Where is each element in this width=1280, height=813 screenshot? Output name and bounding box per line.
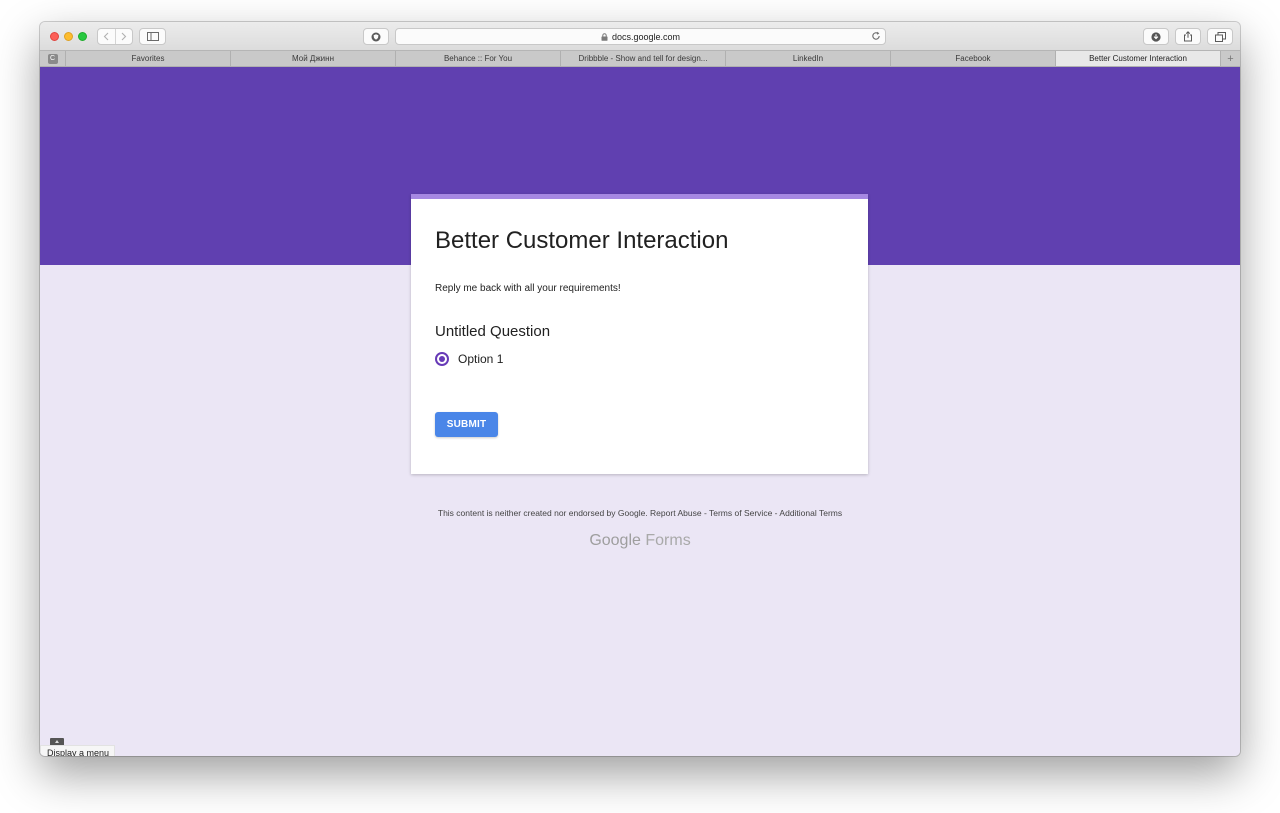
reload-icon[interactable] [871, 31, 881, 41]
share-icon [1184, 31, 1192, 42]
address-text: docs.google.com [611, 31, 681, 42]
zoom-window-button[interactable] [78, 32, 87, 41]
tab-facebook[interactable]: Facebook [891, 51, 1056, 66]
option-radio[interactable] [435, 352, 449, 366]
report-abuse-link[interactable]: Report Abuse [650, 508, 702, 518]
page-content: Better Customer Interaction Reply me bac… [40, 67, 1240, 756]
browser-window: docs.google.com C Favorites Мой Джинн Be… [40, 22, 1240, 756]
sidebar-icon [146, 32, 159, 41]
shield-icon [371, 32, 381, 41]
tooltip-label: Display a menu [40, 745, 116, 756]
brand-google: Google [589, 532, 641, 549]
option-label[interactable]: Option 1 [458, 352, 503, 366]
tab-bar: C Favorites Мой Джинн Behance :: For You… [40, 50, 1240, 67]
close-window-button[interactable] [50, 32, 59, 41]
tab-favorites[interactable]: Favorites [66, 51, 231, 66]
sidebar-toggle-button[interactable] [139, 28, 166, 45]
footer-disclaimer: This content is neither created nor endo… [40, 508, 1240, 518]
submit-button[interactable]: SUBMIT [435, 412, 498, 437]
footer-separator: - [703, 508, 707, 518]
display-menu-tooltip: Display a menu [40, 738, 116, 756]
tab-dribbble[interactable]: Dribbble - Show and tell for design... [561, 51, 726, 66]
address-bar[interactable]: docs.google.com [395, 28, 886, 45]
form-title: Better Customer Interaction [435, 227, 729, 254]
terms-of-service-link[interactable]: Terms of Service [709, 508, 772, 518]
forward-button[interactable] [114, 29, 132, 44]
show-tabs-button[interactable] [1207, 28, 1233, 45]
disclaimer-text: This content is neither created nor endo… [437, 508, 648, 518]
google-forms-logo[interactable]: Google Forms [40, 532, 1240, 550]
favicon-icon: C [47, 53, 58, 64]
browser-toolbar: docs.google.com [40, 22, 1240, 50]
back-button[interactable] [98, 29, 115, 44]
additional-terms-link[interactable]: Additional Terms [779, 508, 842, 518]
brand-forms: Forms [645, 532, 691, 549]
tab-behance[interactable]: Behance :: For You [396, 51, 561, 66]
option-row[interactable]: Option 1 [435, 352, 503, 366]
privacy-report-button[interactable] [363, 28, 389, 45]
form-description: Reply me back with all your requirements… [435, 283, 621, 294]
lock-icon [601, 32, 608, 41]
share-button[interactable] [1175, 28, 1201, 45]
navigation-buttons [97, 28, 133, 45]
new-tab-button[interactable]: + [1221, 51, 1240, 66]
footer-separator: - [774, 508, 778, 518]
tab-better-customer-interaction[interactable]: Better Customer Interaction [1056, 51, 1221, 66]
favicon-tab[interactable]: C [40, 51, 66, 66]
chevron-right-icon [121, 32, 127, 41]
form-card: Better Customer Interaction Reply me bac… [411, 194, 868, 474]
tab-moy-dzhinn[interactable]: Мой Джинн [231, 51, 396, 66]
radio-selected-dot [439, 356, 445, 362]
menu-handle-icon[interactable] [50, 738, 64, 745]
downloads-button[interactable] [1143, 28, 1169, 45]
minimize-window-button[interactable] [64, 32, 73, 41]
download-icon [1151, 31, 1161, 42]
chevron-left-icon [104, 32, 109, 41]
tabs-overview-icon [1214, 31, 1226, 42]
question-title: Untitled Question [435, 323, 551, 340]
tab-linkedin[interactable]: LinkedIn [726, 51, 891, 66]
